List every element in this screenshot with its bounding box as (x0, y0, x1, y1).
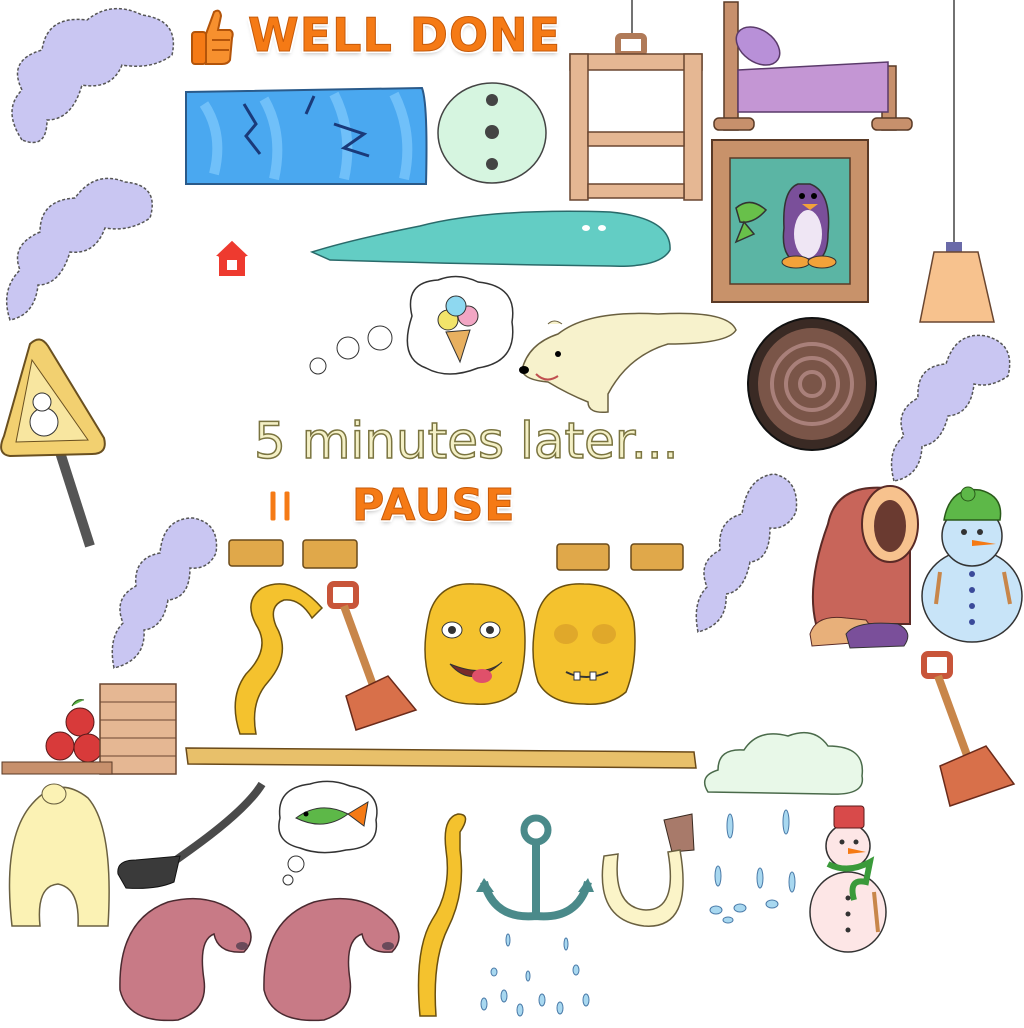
five-minutes-later-caption: 5 minutes later... (253, 411, 679, 471)
snowman-sprite (920, 486, 1024, 644)
bed-sprite (712, 0, 916, 134)
ice-cream-thought-sprite (308, 272, 520, 378)
shovel-sprite (920, 648, 1016, 808)
bear-hood-sprite (2, 778, 114, 932)
splash-drops-sprite (478, 930, 600, 1024)
water-drops-sprite (700, 809, 810, 924)
log-sprite (744, 314, 880, 454)
apple-crate-sprite (0, 676, 184, 778)
yellow-tentacle-sprite (402, 810, 476, 1020)
snow-cloud-sprite (698, 726, 868, 800)
thumbs-up-icon (188, 6, 236, 68)
cloud-sprite (0, 170, 160, 330)
polar-bear-sprite (518, 304, 742, 416)
eskimo-sprite (806, 484, 919, 650)
tusk-hook-sprite (594, 810, 706, 934)
warning-sign-sprite (0, 336, 110, 550)
yellow-tentacle-sprite (222, 578, 326, 738)
cloud-sprite (2, 0, 182, 170)
home-icon (209, 236, 255, 280)
brick-sprite (302, 538, 358, 570)
cloud-sprite (886, 326, 1016, 486)
yellow-face-sprite (420, 582, 528, 706)
ceiling-lamp-sprite (918, 0, 998, 328)
snowman-sprite (808, 802, 888, 954)
well-done-banner: WELL DONE (247, 8, 562, 63)
cloud-sprite (108, 508, 223, 673)
cloud-sprite (692, 462, 802, 637)
ladle-sprite (116, 780, 268, 894)
shovel-sprite (326, 578, 418, 732)
penguin-picture-sprite (710, 138, 870, 304)
brick-sprite (630, 542, 684, 572)
pause-icon (266, 486, 296, 526)
pause-label: PAUSE (351, 480, 516, 532)
coat-button-sprite (434, 80, 550, 186)
ice-floe-sprite (309, 204, 674, 270)
plank-sprite (184, 742, 698, 772)
pause-button[interactable]: PAUSE (262, 480, 532, 532)
seal-body-sprite (262, 890, 406, 1024)
brick-sprite (228, 538, 284, 568)
home-button[interactable] (205, 232, 259, 284)
easel-sprite (566, 0, 706, 204)
anchor-sprite (474, 812, 596, 926)
ice-block-sprite (184, 84, 430, 186)
brick-sprite (556, 542, 610, 572)
fish-thought-sprite (270, 778, 382, 886)
seal-body-sprite (118, 890, 258, 1024)
yellow-face-sprite (528, 582, 638, 706)
